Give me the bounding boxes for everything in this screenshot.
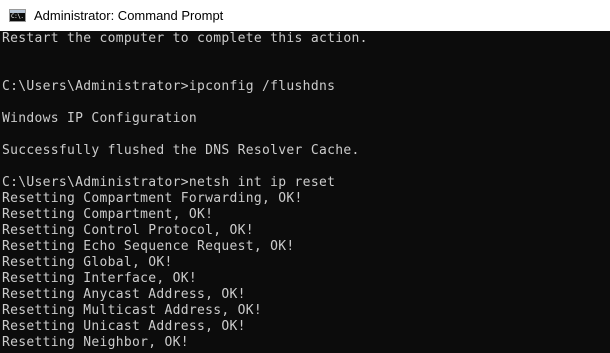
console-line: Resetting Anycast Address, OK! <box>2 287 246 302</box>
console-line: C:\Users\Administrator>ipconfig /flushdn… <box>2 79 336 94</box>
console-line: Restart the computer to complete this ac… <box>2 31 368 46</box>
console-line: Resetting Global, OK! <box>2 255 173 270</box>
console-output[interactable]: Restart the computer to complete this ac… <box>0 31 610 353</box>
cmd-icon-glyph: C:\. <box>11 13 24 20</box>
title-bar[interactable]: C:\. Administrator: Command Prompt <box>0 0 610 31</box>
console-line: C:\Users\Administrator>netsh int ip rese… <box>2 175 336 190</box>
console-line: Resetting Compartment Forwarding, OK! <box>2 191 303 206</box>
console-line: Windows IP Configuration <box>2 111 198 126</box>
console-line: Resetting Multicast Address, OK! <box>2 303 263 318</box>
cmd-icon[interactable]: C:\. <box>9 9 26 22</box>
console-line: Resetting Neighbor, OK! <box>2 335 189 350</box>
window-title: Administrator: Command Prompt <box>34 8 224 23</box>
command-prompt-window: C:\. Administrator: Command Prompt Resta… <box>0 0 610 353</box>
console-line: Resetting Compartment, OK! <box>2 207 214 222</box>
console-line: Resetting Unicast Address, OK! <box>2 319 246 334</box>
console-line: Resetting Interface, OK! <box>2 271 198 286</box>
console-line: Resetting Echo Sequence Request, OK! <box>2 239 295 254</box>
console-line: Successfully flushed the DNS Resolver Ca… <box>2 143 360 158</box>
console-line: Resetting Control Protocol, OK! <box>2 223 254 238</box>
